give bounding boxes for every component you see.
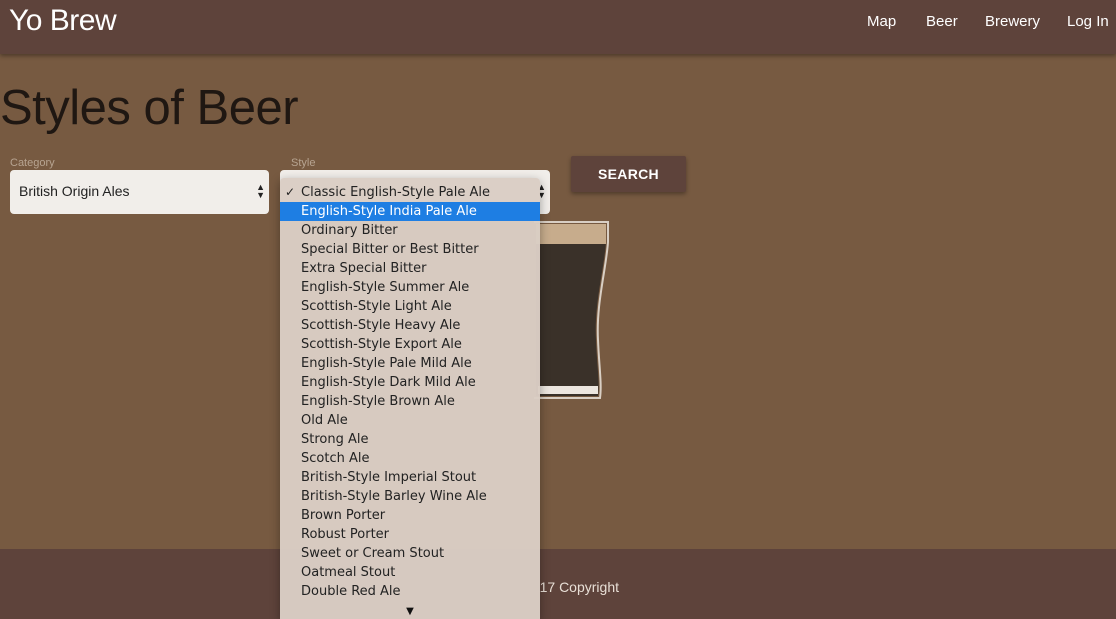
brand-logo[interactable]: Yo Brew — [9, 4, 117, 38]
style-option[interactable]: Special Bitter or Best Bitter — [280, 240, 540, 259]
style-option[interactable]: Oatmeal Stout — [280, 563, 540, 582]
style-option[interactable]: British-Style Imperial Stout — [280, 468, 540, 487]
beer-body — [536, 224, 606, 396]
style-option[interactable]: English-Style Summer Ale — [280, 278, 540, 297]
beer-glass-icon — [534, 221, 609, 399]
style-option[interactable]: Sweet or Cream Stout — [280, 544, 540, 563]
page-title: Styles of Beer — [0, 81, 299, 135]
style-option[interactable]: Brown Porter — [280, 506, 540, 525]
nav-link-login[interactable]: Log In — [1067, 13, 1109, 30]
category-label: Category — [10, 157, 55, 169]
style-option[interactable]: Ordinary Bitter — [280, 221, 540, 240]
style-option-highlighted[interactable]: English-Style India Pale Ale — [280, 202, 540, 221]
category-value: British Origin Ales — [19, 183, 130, 199]
style-option[interactable]: Double Red Ale — [280, 582, 540, 601]
style-option[interactable]: Scottish-Style Export Ale — [280, 335, 540, 354]
style-option[interactable]: Scotch Ale — [280, 449, 540, 468]
nav-link-map[interactable]: Map — [867, 13, 896, 30]
style-option[interactable]: Strong Ale — [280, 430, 540, 449]
style-option[interactable]: Extra Special Bitter — [280, 259, 540, 278]
footer: 17 Copyright — [0, 549, 1116, 619]
style-option[interactable]: English-Style Pale Mild Ale — [280, 354, 540, 373]
nav-link-beer[interactable]: Beer — [926, 13, 958, 30]
style-option[interactable]: English-Style Brown Ale — [280, 392, 540, 411]
checkmark-icon: ✓ — [285, 185, 296, 199]
style-option[interactable]: British-Style Barley Wine Ale — [280, 487, 540, 506]
glass-base — [538, 386, 598, 394]
style-dropdown-list[interactable]: ✓ Classic English-Style Pale Ale English-… — [280, 178, 540, 619]
style-option[interactable]: Robust Porter — [280, 525, 540, 544]
style-option[interactable]: Scottish-Style Light Ale — [280, 297, 540, 316]
category-select[interactable]: British Origin Ales ▲ ▼ — [10, 170, 269, 214]
nav-link-brewery[interactable]: Brewery — [985, 13, 1040, 30]
scroll-down-icon[interactable]: ▼ — [280, 606, 540, 617]
style-option[interactable]: ✓ Classic English-Style Pale Ale — [280, 183, 540, 202]
style-label: Style — [291, 157, 316, 169]
select-arrows-icon: ▲ ▼ — [256, 182, 265, 200]
style-option[interactable]: Old Ale — [280, 411, 540, 430]
style-option[interactable]: English-Style Dark Mild Ale — [280, 373, 540, 392]
beer-foam — [536, 224, 606, 244]
style-option[interactable]: Scottish-Style Heavy Ale — [280, 316, 540, 335]
navbar: Yo Brew Map Beer Brewery Log In — [0, 0, 1116, 54]
search-button[interactable]: SEARCH — [571, 156, 686, 192]
